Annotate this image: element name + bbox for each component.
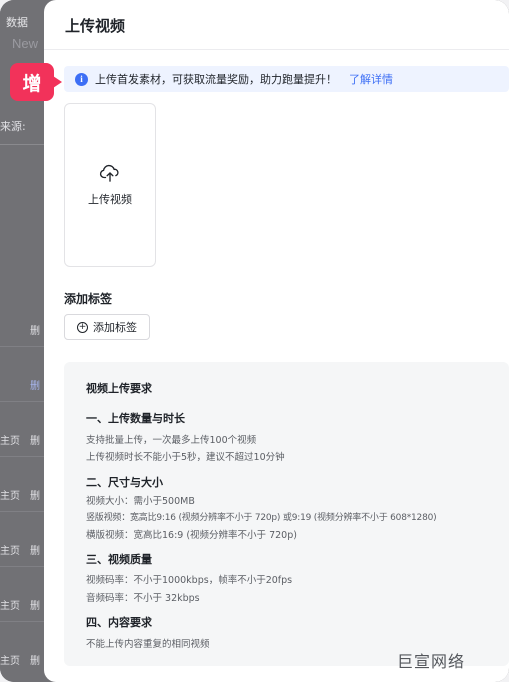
requirement-line: 视频大小：需小于500MB <box>86 496 195 507</box>
cloud-upload-icon <box>99 164 119 182</box>
bg-row-b: 删 <box>30 601 40 612</box>
requirement-heading: 三、视频质量 <box>86 553 152 566</box>
notice-bar: i 上传首发素材，可获取流量奖励，助力跑量提升！ 了解详情 <box>64 66 509 92</box>
learn-more-link[interactable]: 了解详情 <box>349 71 393 87</box>
notice-text: 上传首发素材，可获取流量奖励，助力跑量提升！ <box>95 73 337 86</box>
bg-row-b: 删 <box>30 326 40 337</box>
tags-title: 添加标签 <box>64 292 113 306</box>
add-badge[interactable]: 增 <box>10 63 62 101</box>
add-tag-button[interactable]: + 添加标签 <box>64 314 150 340</box>
info-icon: i <box>75 72 88 86</box>
bg-row-a: 主页 <box>0 656 20 667</box>
bg-source-label: 来源: <box>0 120 26 133</box>
bg-row-a: 主页 <box>0 436 20 447</box>
requirement-line: 音频码率：不小于 32kbps <box>86 593 200 604</box>
bg-row-a: 主页 <box>0 491 20 502</box>
upload-video-drawer: 上传视频 i 上传首发素材，可获取流量奖励，助力跑量提升！ 了解详情 上传视频 … <box>44 0 509 682</box>
requirement-line: 视频码率：不小于1000kbps，帧率不小于20fps <box>86 575 293 586</box>
watermark-text: 巨宣网络 <box>397 652 466 671</box>
requirement-heading: 一、上传数量与时长 <box>86 412 185 425</box>
drawer-header: 上传视频 <box>44 0 509 50</box>
requirement-line: 横版视频：宽高比16:9 (视频分辨率不小于 720p) <box>86 530 297 541</box>
upload-video-button[interactable]: 上传视频 <box>64 103 156 267</box>
requirement-line: 上传视频时长不能小于5秒，建议不超过10分钟 <box>86 452 285 463</box>
bg-row-a: 主页 <box>0 546 20 557</box>
bg-new-label: New <box>12 36 39 51</box>
bg-row-b: 删 <box>30 546 40 557</box>
upload-requirements-panel: 视频上传要求 一、上传数量与时长 支持批量上传，一次最多上传100个视频 上传视… <box>64 362 509 666</box>
requirement-heading: 二、尺寸与大小 <box>86 476 163 489</box>
bg-row-a: 主页 <box>0 601 20 612</box>
bg-row-b: 删 <box>30 491 40 502</box>
requirements-title: 视频上传要求 <box>86 382 152 395</box>
requirement-line: 不能上传内容重复的相同视频 <box>86 639 210 650</box>
requirement-line: 竖版视频：宽高比9:16 (视频分辨率不小于 720p) 或9:19 (视频分辨… <box>86 513 437 523</box>
bg-data-label: 数据 <box>6 16 28 29</box>
plus-circle-icon: + <box>77 321 88 333</box>
screen-frame: 数据 New 来源: 删 删 主页 删 主页 删 主页 删 主页 删 主页 删 … <box>0 0 509 682</box>
bg-row-b: 删 <box>30 656 40 667</box>
bg-row-b: 删 <box>30 436 40 447</box>
bg-row-b: 删 <box>30 381 40 392</box>
add-tag-label: 添加标签 <box>93 321 137 334</box>
upload-video-label: 上传视频 <box>88 192 132 206</box>
requirement-heading: 四、内容要求 <box>86 616 152 629</box>
drawer-title: 上传视频 <box>65 17 126 35</box>
requirement-line: 支持批量上传，一次最多上传100个视频 <box>86 435 257 446</box>
